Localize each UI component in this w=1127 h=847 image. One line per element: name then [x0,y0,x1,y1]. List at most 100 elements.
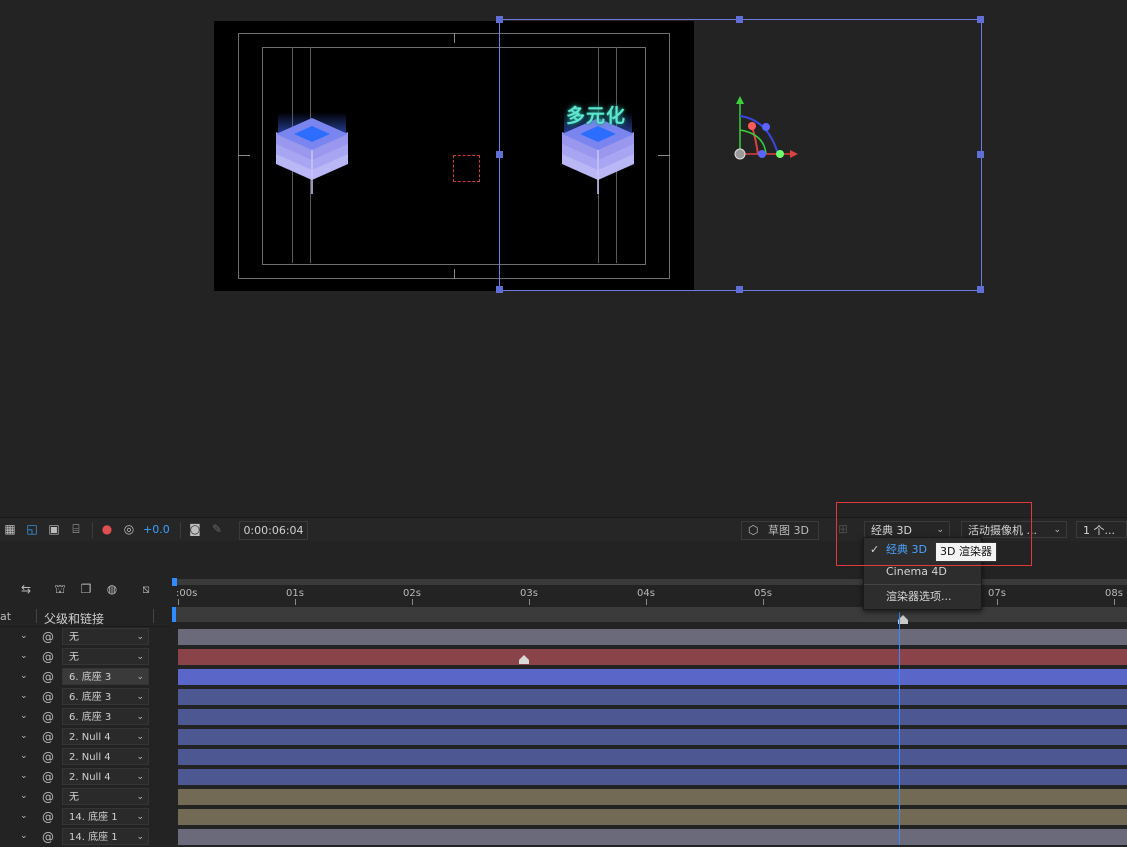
layer-row[interactable]: ⌄ @14. 底座 1 ⌄ [0,807,170,827]
layer-row[interactable]: ⌄ @2. Null 4 ⌄ [0,747,170,767]
chevron-down-icon[interactable]: ⌄ [20,751,28,761]
layer-row[interactable]: ⌄ @ 无 ⌄ [0,787,170,807]
layer-duration-bar[interactable] [178,669,1127,685]
mask-path-visibility-icon[interactable]: ◱ [25,522,39,536]
menu-item-renderer-options[interactable]: 渲染器选项... [864,587,981,607]
parent-dropdown[interactable]: 无 ⌄ [62,788,149,805]
draft-3d-toggle[interactable]: ⬡ 草图 3D [741,521,819,540]
pick-whip-icon[interactable]: @ [42,810,54,824]
chevron-down-icon: ⌄ [136,692,144,702]
chevron-down-icon: ⌄ [136,812,144,822]
transform-handle[interactable] [736,16,743,23]
ruler-label: 07s [988,588,1006,599]
column-label-fragment: at [0,610,12,623]
transform-handle[interactable] [977,16,984,23]
layer-row[interactable]: ⌄ @2. Null 4 ⌄ [0,727,170,747]
null-object-outline[interactable] [453,155,480,182]
layer-row[interactable]: ⌄ @6. 底座 3 ⌄ [0,687,170,707]
pick-whip-icon[interactable]: @ [42,650,54,664]
show-channel-icon[interactable]: ● [100,522,114,536]
work-area-start-handle[interactable] [172,607,176,622]
layer-duration-bar[interactable] [178,749,1127,765]
parent-dropdown[interactable]: 2. Null 4 ⌄ [62,768,149,785]
layer-row[interactable]: ⌄ @6. 底座 3 ⌄ [0,707,170,727]
layer-duration-bar[interactable] [178,809,1127,825]
3d-axis-gizmo-icon[interactable] [728,94,804,166]
layer-row[interactable]: ⌄ @6. 底座 3 ⌄ [0,667,170,687]
toolbar-separator [92,522,93,538]
transform-handle[interactable] [977,151,984,158]
layer-duration-bar[interactable] [178,789,1127,805]
exposure-value[interactable]: +0.0 [143,523,170,536]
chevron-down-icon[interactable]: ⌄ [20,811,28,821]
transform-handle[interactable] [496,151,503,158]
pick-whip-icon[interactable]: @ [42,670,54,684]
parent-dropdown[interactable]: 无 ⌄ [62,648,149,665]
snapshot-camera-icon[interactable]: ◙ [188,522,202,536]
exposure-reset-icon[interactable]: ◎ [122,522,136,536]
transform-handle[interactable] [496,286,503,293]
pick-whip-icon[interactable]: @ [42,790,54,804]
draft-3d-label: 草图 3D [768,524,809,537]
region-of-interest-icon[interactable]: ▣ [47,522,61,536]
pick-whip-icon[interactable]: @ [42,770,54,784]
pick-whip-icon[interactable]: @ [42,630,54,644]
layer-row[interactable]: ⌄ @2. Null 4 ⌄ [0,767,170,787]
parent-dropdown[interactable]: 14. 底座 1 ⌄ [62,808,149,825]
chevron-down-icon[interactable]: ⌄ [20,711,28,721]
parent-dropdown[interactable]: 6. 底座 3 ⌄ [62,688,149,705]
parent-dropdown[interactable]: 2. Null 4 ⌄ [62,728,149,745]
pick-whip-icon[interactable]: @ [42,750,54,764]
layer-duration-bar[interactable] [178,709,1127,725]
chevron-down-icon[interactable]: ⌄ [20,791,28,801]
parent-dropdown[interactable]: 6. 底座 3 ⌄ [62,668,149,685]
frame-blend-icon[interactable]: ⛫ [52,582,68,596]
chevron-down-icon[interactable]: ⌄ [20,671,28,681]
graph-editor-shape-icon[interactable]: ◍ [104,582,120,596]
layer-duration-bar[interactable] [178,769,1127,785]
layer-duration-bar[interactable] [178,829,1127,845]
transparency-grid-icon[interactable]: ▦ [3,522,17,536]
grid-guides-options-icon[interactable]: ⌸ [69,522,83,536]
chevron-down-icon[interactable]: ⌄ [20,651,28,661]
chevron-down-icon[interactable]: ⌄ [20,691,28,701]
parent-value: 14. 底座 1 [69,832,118,843]
center-tick [238,155,250,156]
transform-handle[interactable] [496,16,503,23]
layer-duration-bar[interactable] [178,689,1127,705]
keyframe-marker[interactable] [519,654,529,664]
current-time-display[interactable]: 0:00:06:04 [239,521,308,540]
layer-duration-bar[interactable] [178,629,1127,645]
transform-handle[interactable] [977,286,984,293]
layer-duration-bar[interactable] [178,649,1127,665]
parent-dropdown[interactable]: 6. 底座 3 ⌄ [62,708,149,725]
chevron-down-icon[interactable]: ⌄ [20,631,28,641]
pick-whip-icon[interactable]: @ [42,690,54,704]
graph-editor-icon[interactable]: ⧅ [138,582,154,596]
view-layout-dropdown[interactable]: 1 个... [1076,521,1127,538]
show-snapshot-icon[interactable]: ✎ [210,522,224,536]
pick-whip-icon[interactable]: @ [42,830,54,844]
parent-dropdown[interactable]: 14. 底座 1 ⌄ [62,828,149,845]
layer-row[interactable]: ⌄ @14. 底座 1 ⌄ [0,827,170,847]
pick-whip-icon[interactable]: @ [42,710,54,724]
layer-row[interactable]: ⌄ @ 无 ⌄ [0,647,170,667]
ruler-tick [529,599,530,605]
chevron-down-icon: ⌄ [136,712,144,722]
composition-viewer[interactable]: 多元化 [0,0,1127,517]
layer-duration-bar[interactable] [178,729,1127,745]
chevron-down-icon[interactable]: ⌄ [20,831,28,841]
work-area-bar[interactable] [172,607,1127,622]
pick-whip-icon[interactable]: @ [42,730,54,744]
layer-switches-icon[interactable]: ⇆ [18,582,34,596]
ruler-tick [178,599,179,605]
chevron-down-icon[interactable]: ⌄ [20,731,28,741]
parent-dropdown[interactable]: 2. Null 4 ⌄ [62,748,149,765]
parent-dropdown[interactable]: 无 ⌄ [62,628,149,645]
transform-handle[interactable] [736,286,743,293]
parent-link-column-label[interactable]: 父级和链接 [44,610,104,627]
current-time-indicator[interactable] [899,612,900,845]
chevron-down-icon[interactable]: ⌄ [20,771,28,781]
motion-blur-icon[interactable]: ❐ [78,582,94,596]
layer-row[interactable]: ⌄ @ 无 ⌄ [0,627,170,647]
